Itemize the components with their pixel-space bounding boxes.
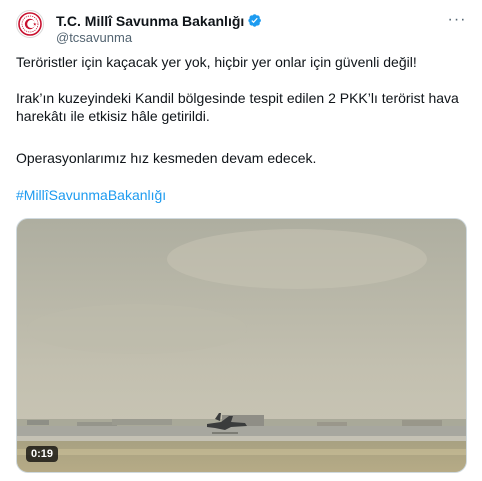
verified-badge-icon	[248, 14, 262, 27]
avatar[interactable]	[16, 10, 44, 38]
tweet-paragraph-1: Teröristler için kaçacak yer yok, hiçbir…	[16, 54, 417, 70]
tweet-paragraph-2: Irak’ın kuzeyindeki Kandil bölgesinde te…	[16, 90, 459, 124]
hashtag-link[interactable]: #MillîSavunmaBakanlığı	[16, 186, 166, 204]
video-thumbnail	[17, 219, 466, 472]
author-handle[interactable]: @tcsavunma	[56, 30, 466, 45]
ministry-logo-icon	[18, 12, 42, 36]
author-display-name[interactable]: T.C. Millî Savunma Bakanlığı	[56, 13, 244, 29]
video-player[interactable]: 0:19	[16, 218, 467, 473]
tweet-card[interactable]: T.C. Millî Savunma Bakanlığı @tcsavunma …	[0, 0, 482, 481]
more-options-icon[interactable]: ···	[446, 11, 468, 28]
tweet-header: T.C. Millî Savunma Bakanlığı @tcsavunma	[56, 12, 466, 45]
video-duration-badge: 0:19	[26, 446, 59, 462]
tweet-paragraph-3: Operasyonlarımız hız kesmeden devam edec…	[16, 150, 317, 166]
